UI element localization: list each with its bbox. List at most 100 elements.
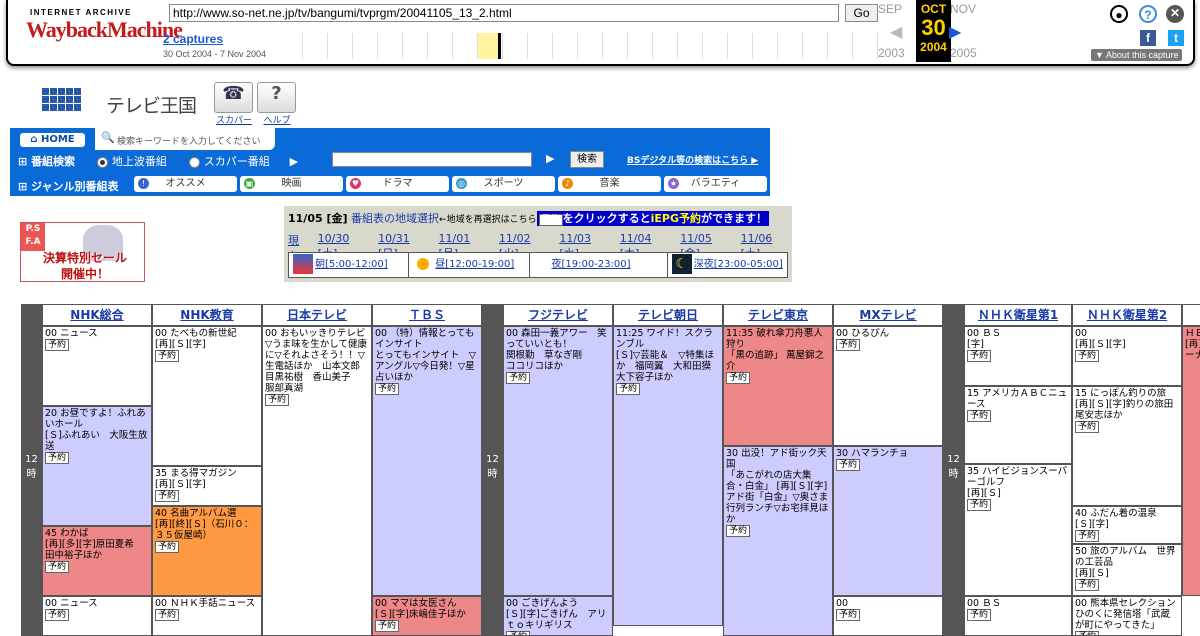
reserve-button[interactable]: 予約 [967, 410, 992, 422]
reserve-button[interactable]: 予約 [1075, 530, 1100, 542]
channel-header[interactable]: 日本テレビ [262, 304, 372, 326]
reserve-button[interactable]: 予約 [45, 609, 70, 621]
search-input[interactable] [332, 152, 532, 167]
program-cell[interactable]: 00 ニュース 予約 [42, 326, 152, 406]
program-cell[interactable]: 00 （特）情報とってもインサイト とってもインサイト ▽アングル▽今日発！▽星… [372, 326, 482, 596]
program-cell[interactable]: 00 熊本県セレクション ひのくに発信塔「武蔵が町にやってきた」予約 [1072, 596, 1182, 636]
site-logo-icon[interactable] [42, 88, 81, 111]
help-button[interactable]: ? [257, 82, 296, 113]
reserve-button[interactable]: 予約 [506, 372, 531, 384]
reserve-button[interactable]: 予約 [726, 372, 751, 384]
genre-sports[interactable]: ◎ スポーツ [452, 176, 555, 192]
reserve-button[interactable]: 予約 [375, 383, 400, 395]
channel-header[interactable]: MXテレビ [833, 304, 943, 326]
reserve-button[interactable]: 予約 [45, 452, 70, 464]
reserve-button[interactable]: 予約 [1075, 421, 1100, 433]
iepg-link[interactable]: iEPG予約 [651, 212, 701, 225]
program-cell[interactable]: 00 ＮＨＫ手話ニュース 予約 [152, 596, 262, 636]
program-cell[interactable]: 00 ＢＳ [字] 予約 [964, 326, 1072, 386]
reserve-button[interactable]: 予約 [967, 350, 992, 362]
program-cell[interactable]: 30 出没！アド街ック天国 「あこがれの店大集合・白金」 [再][Ｓ][字]アド… [723, 446, 833, 636]
genre-movie[interactable]: ▣ 映画 [240, 176, 343, 192]
program-cell[interactable]: 00 ごきげんよう [Ｓ][字]ごきげん アリｔｏキリギリス予約 [503, 596, 613, 636]
genre-music[interactable]: ♪ 音楽 [558, 176, 661, 192]
zone-latenight[interactable]: ☾ 深夜[23:00-05:00] [668, 253, 787, 277]
channel-header[interactable]: NHK総合 [42, 304, 152, 326]
program-cell[interactable]: 30 ハマランチョ 予約 [833, 446, 943, 596]
reserve-button[interactable]: 予約 [1075, 350, 1100, 362]
channel-header[interactable]: ＮＨＫ衛星第2 [1072, 304, 1182, 326]
reserve-button[interactable]: 予約 [836, 339, 861, 351]
radio-skyperfect[interactable]: スカパー番組 [188, 155, 270, 168]
reserve-button[interactable]: 予約 [836, 459, 861, 471]
program-cell[interactable]: 00 [再][Ｓ][字] 予約 [1072, 326, 1182, 386]
reserve-button[interactable]: 予約 [506, 631, 531, 635]
channel-header[interactable]: NHK教育 [152, 304, 262, 326]
home-button[interactable]: ⌂ HOME [20, 133, 85, 147]
next-arrow-icon[interactable]: ▶ [949, 22, 961, 42]
user-icon[interactable]: ● [1110, 5, 1128, 23]
reserve-button[interactable]: 予約 [155, 350, 180, 362]
reserve-button[interactable]: 予約 [967, 609, 992, 621]
program-cell[interactable]: ＨＥ [再] ーナ [1182, 326, 1200, 596]
genre-recommend[interactable]: ! オススメ [134, 176, 237, 192]
genre-variety[interactable]: ★ バラエティ [664, 176, 767, 192]
facebook-icon[interactable]: f [1140, 30, 1156, 46]
captures-link[interactable]: 2 captures [163, 32, 223, 46]
help-label[interactable]: ヘルプ [252, 113, 302, 126]
keyword-search-box[interactable]: 🔍 検索キーワードを入力してください [95, 128, 275, 150]
region-link[interactable]: 番組表の地域選択 [351, 212, 439, 225]
reserve-button[interactable]: 予約 [726, 525, 751, 537]
program-cell[interactable]: 45 わかば [再][多][字]原田夏希 田中裕子ほか 予約 [42, 526, 152, 596]
program-cell[interactable]: 11:25 ワイド！スクランブル [Ｓ]▽芸能＆ ▽特集ほか 福岡翼 大和田獏 … [613, 326, 723, 626]
site-title[interactable]: テレビ王国 [106, 91, 197, 118]
reserve-button[interactable]: 予約 [836, 609, 861, 621]
program-cell[interactable]: 40 ふだん着の温泉 [Ｓ][字] 予約 [1072, 506, 1182, 544]
channel-header[interactable]: テレビ朝日 [613, 304, 723, 326]
program-cell[interactable]: 00 ＢＳ 予約 [964, 596, 1072, 636]
url-input[interactable]: http://www.so-net.ne.jp/tv/bangumi/tvprg… [169, 4, 839, 22]
zone-morning[interactable]: 朝[5:00-12:00] [289, 253, 410, 277]
program-cell[interactable]: 20 お昼ですよ！ふれあいホール [Ｓ]ふれあい 大阪生放送 予約 [42, 406, 152, 526]
bs-digital-link[interactable]: BSデジタル等の検索はこちら ▶ [627, 153, 758, 166]
capture-timeline[interactable] [278, 33, 878, 59]
channel-header[interactable]: テレビ東京 [723, 304, 833, 326]
reserve-button[interactable]: 予約 [265, 394, 290, 406]
reserve-button[interactable]: 予約 [45, 339, 70, 351]
program-cell[interactable]: 00 たべもの新世紀 [再][Ｓ][字] 予約 [152, 326, 262, 466]
program-cell[interactable]: 00 ママは女医さん [Ｓ][字]床嶋佳子ほか 予約 [372, 596, 482, 636]
reserve-button[interactable]: 予約 [155, 490, 180, 502]
about-capture-link[interactable]: ▼ About this capture [1091, 49, 1183, 61]
wayback-logo[interactable]: INTERNET ARCHIVE WaybackMachine [26, 8, 183, 50]
program-cell[interactable]: 00 おもいッきりテレビ ▽うま味を生かして健康に▽それよさそう！！▽生電話ほか… [262, 326, 372, 636]
program-cell[interactable]: 15 にっぽん釣りの旅 [再][Ｓ][字]釣りの旅田尾安志ほか 予約 [1072, 386, 1182, 506]
program-cell[interactable]: 00 ひるぴん 予約 [833, 326, 943, 446]
reserve-button[interactable]: 予約 [616, 383, 641, 395]
reserve-button[interactable]: 予約 [375, 620, 400, 632]
genre-drama[interactable]: ♥ ドラマ [346, 176, 449, 192]
reserve-button[interactable]: 予約 [155, 609, 180, 621]
program-cell[interactable]: 50 旅のアルバム 世界の工芸品 [再][Ｓ] 予約 [1072, 544, 1182, 596]
search-button[interactable]: 検索 [570, 151, 604, 168]
zone-noon[interactable]: 昼[12:00-19:00] [409, 253, 530, 277]
help-icon[interactable]: ? [1139, 5, 1157, 23]
twitter-icon[interactable]: t [1168, 30, 1184, 46]
reserve-button[interactable]: 予約 [45, 561, 70, 573]
close-icon[interactable]: ✕ [1166, 5, 1184, 23]
program-cell[interactable]: 00 予約 [833, 596, 943, 636]
skyperfect-button[interactable]: ☎ [214, 82, 253, 113]
channel-header[interactable]: ＮＨＫ衛星第1 [964, 304, 1072, 326]
program-cell[interactable]: 15 アメリカＡＢＣニュース 予約 [964, 386, 1072, 464]
reserve-button[interactable]: 予約 [155, 541, 180, 553]
reserve-button[interactable]: 予約 [1075, 631, 1100, 635]
program-cell[interactable]: 11:35 破れ傘刀舟悪人狩り 「黒の追跡」 萬屋錦之介 予約 [723, 326, 833, 446]
radio-terrestrial[interactable]: 地上波番組 [96, 155, 167, 168]
zone-evening[interactable]: 夜[19:00-23:00] [530, 253, 668, 277]
reserve-button[interactable]: 予約 [1075, 579, 1100, 591]
program-cell[interactable]: 35 まる得マガジン [再][Ｓ][字] 予約 [152, 466, 262, 506]
program-cell[interactable]: 00 森田一義アワー 笑っていいとも！ 関根勤 草なぎ剛 ココリコほか 予約 [503, 326, 613, 596]
sale-banner[interactable]: P.S F.A 決算特別セール 開催中！ [20, 222, 145, 282]
reserve-button[interactable]: 予約 [967, 499, 992, 511]
program-cell[interactable]: 00 ニュース 予約 [42, 596, 152, 636]
channel-header[interactable]: ＴＢＳ [372, 304, 482, 326]
